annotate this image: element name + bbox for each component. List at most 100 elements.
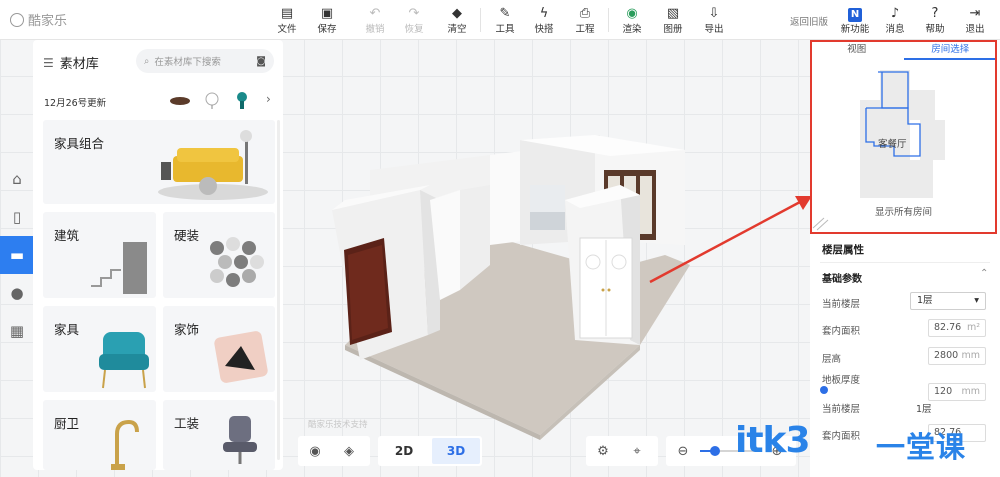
view-mode-toggle: 2D 3D: [378, 436, 482, 466]
menu-icon[interactable]: ☰: [43, 56, 54, 70]
wrench-icon: ✎: [499, 6, 511, 21]
project-button[interactable]: ⎙ 工程: [568, 4, 602, 36]
card-hard-decoration[interactable]: 硬装: [163, 212, 275, 298]
floor-height-label: 层高: [822, 354, 842, 365]
ghost-floor-label: 当前楼层: [822, 404, 861, 415]
user-tool-button[interactable]: ●: [0, 274, 34, 312]
zoom-out-icon: ⊖: [677, 443, 689, 459]
new-feature-button[interactable]: N 新功能: [838, 4, 872, 36]
slab-thickness-field[interactable]: 120 mm: [928, 383, 986, 401]
export-button[interactable]: ⇩ 导出: [697, 4, 731, 36]
update-thumb-stool[interactable]: [231, 90, 253, 110]
card-kitchen-bath[interactable]: 厨卫: [43, 400, 156, 470]
lightning-icon: ϟ: [539, 6, 549, 21]
redo-icon: ↷: [408, 6, 420, 21]
album-icon: ▧: [666, 6, 680, 21]
viewport-watermark: 酷家乐技术支持: [308, 420, 368, 430]
search-placeholder: 在素材库下搜索: [154, 57, 221, 68]
stair-door-image: [91, 242, 147, 294]
layout-tool-button[interactable]: ⌂: [0, 160, 34, 198]
album-button[interactable]: ▧ 图册: [656, 4, 690, 36]
library-tool-button[interactable]: ▬: [0, 236, 34, 274]
camera-settings-button[interactable]: ⚙: [586, 436, 620, 466]
office-chair-image: [223, 416, 257, 464]
card-commercial[interactable]: 工装: [163, 400, 275, 470]
brand-logo: itk3: [735, 420, 811, 461]
library-title: 素材库: [59, 57, 99, 72]
dropdown-caret-icon: ▾: [974, 295, 979, 306]
indoor-area-field[interactable]: 82.76 m²: [928, 319, 986, 337]
collapse-icon[interactable]: ⌃: [980, 268, 988, 279]
update-thumb-lamp[interactable]: [201, 90, 223, 110]
logout-icon: ⇥: [969, 6, 981, 21]
top-toolbar: 酷家乐 ▤ 文件 ▣ 保存 ↶ 撤销 ↷ 恢复 ◆ 清空 ✎ 工具 ϟ 快搭 ⎙…: [0, 0, 1000, 40]
tools-button[interactable]: ✎ 工具: [488, 4, 522, 36]
floor-height-field[interactable]: 2800 mm: [928, 347, 986, 365]
chevron-right-icon[interactable]: ›: [266, 92, 271, 106]
undo-icon: ↶: [369, 6, 381, 21]
fit-view-button[interactable]: ⌖: [620, 436, 654, 466]
bell-icon: ♪: [890, 6, 900, 21]
camera-icon[interactable]: ◙: [256, 56, 266, 67]
armchair-image: [99, 332, 149, 389]
indoor-area-label: 套内面积: [822, 326, 861, 337]
card-home-decor[interactable]: 家饰: [163, 306, 275, 392]
library-search-input[interactable]: ⌕ 在素材库下搜索 ◙: [136, 49, 274, 73]
house-icon: ⌂: [12, 170, 22, 188]
undo-button[interactable]: ↶ 撤销: [358, 4, 392, 36]
messages-button[interactable]: ♪ 消息: [878, 4, 912, 36]
ghost-area-label: 套内面积: [822, 431, 861, 442]
save-button[interactable]: ▣ 保存: [310, 4, 344, 36]
card-architecture[interactable]: 建筑: [43, 212, 156, 298]
redo-button[interactable]: ↷ 恢复: [397, 4, 431, 36]
return-old-version-link[interactable]: 返回旧版: [790, 14, 828, 28]
cabinet-icon: ▦: [9, 322, 25, 340]
left-icon-rail: ⌂ ▯ ▬ ● ▦: [0, 160, 34, 350]
user-icon: ●: [10, 284, 24, 302]
panel-scrollbar[interactable]: [277, 120, 280, 460]
current-floor-label: 当前楼层: [822, 299, 861, 310]
view-2d-button[interactable]: 2D: [380, 438, 428, 464]
clear-button[interactable]: ◆ 清空: [440, 4, 474, 36]
file-button[interactable]: ▤ 文件: [270, 4, 304, 36]
basic-params-title: 基础参数: [822, 274, 862, 285]
drag-handle[interactable]: [820, 386, 828, 394]
logo-icon: [10, 12, 24, 27]
quick-build-button[interactable]: ϟ 快搭: [527, 4, 561, 36]
camera-controls: ⚙ ⌖: [586, 436, 658, 466]
visibility-button[interactable]: ◉: [298, 436, 332, 466]
section-divider: [820, 262, 990, 263]
render-icon: ◉: [626, 6, 638, 21]
save-icon: ▣: [320, 6, 334, 21]
card-furniture-combo[interactable]: 家具组合: [43, 120, 275, 204]
annotation-highlight-box: [810, 40, 997, 234]
app-logo[interactable]: 酷家乐: [10, 10, 67, 29]
export-icon: ⇩: [708, 6, 720, 21]
cube-icon: ◈: [344, 443, 354, 459]
current-floor-select[interactable]: 1层 ▾: [910, 292, 986, 310]
ghost-floor-value: 1层: [916, 404, 932, 415]
brand-logo-cn: 一堂课: [876, 430, 967, 464]
zoom-slider-handle[interactable]: [710, 446, 720, 456]
eraser-icon: ◆: [452, 6, 462, 21]
display-controls: ◉ ◈: [298, 436, 370, 466]
door-icon: ▯: [12, 208, 22, 226]
cube-view-button[interactable]: ◈: [332, 436, 366, 466]
logout-button[interactable]: ⇥ 退出: [958, 4, 992, 36]
toolbar-divider: [480, 8, 481, 32]
render-button[interactable]: ◉ 渲染: [615, 4, 649, 36]
update-thumb-bowl[interactable]: [169, 90, 191, 110]
update-text: 12月26号更新: [44, 98, 107, 109]
card-furniture[interactable]: 家具: [43, 306, 156, 392]
project-icon: ⎙: [579, 6, 591, 21]
hexagon-tiles-image: [210, 237, 264, 287]
slab-thickness-label: 地板厚度: [822, 375, 861, 386]
zoom-out-button[interactable]: ⊖: [666, 436, 700, 466]
furniture-combo-image: [158, 130, 268, 200]
door-tool-button[interactable]: ▯: [0, 198, 34, 236]
view-3d-button[interactable]: 3D: [432, 438, 480, 464]
help-icon: ?: [931, 6, 939, 21]
sofa-icon: ▬: [9, 246, 25, 264]
cabinet-tool-button[interactable]: ▦: [0, 312, 34, 350]
help-button[interactable]: ? 帮助: [918, 4, 952, 36]
